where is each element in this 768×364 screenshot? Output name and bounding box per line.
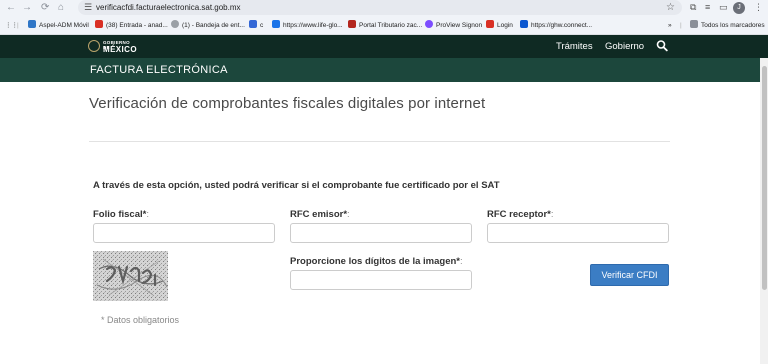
rfc-emisor-label: RFC emisor*: — [290, 209, 350, 220]
forward-icon[interactable]: → — [22, 1, 32, 15]
bookmark-favicon-icon — [425, 20, 433, 28]
required-fields-note: * Datos obligatorios — [101, 315, 180, 325]
folder-icon — [690, 20, 698, 28]
nav-link-tramites[interactable]: Trámites — [556, 41, 593, 53]
bookmark-item[interactable]: https://www.life-glo... — [272, 19, 343, 32]
search-icon[interactable] — [656, 39, 668, 53]
captcha-digits-input[interactable] — [290, 270, 472, 290]
reload-icon[interactable]: ⟳ — [41, 1, 49, 15]
media-icon[interactable]: ≡ — [705, 1, 710, 14]
verify-cfdi-button[interactable]: Verificar CFDI — [590, 264, 669, 286]
menu-kebab-icon[interactable]: ⋮ — [754, 1, 763, 14]
rfc-emisor-input[interactable] — [290, 223, 472, 243]
bookmark-favicon-icon — [520, 20, 528, 28]
bookmark-item[interactable]: Login — [486, 19, 513, 32]
bookmark-favicon-icon — [28, 20, 36, 28]
section-title: FACTURA ELECTRÓNICA — [90, 64, 228, 76]
bookmark-item[interactable]: (38) Entrada - anad... — [95, 19, 168, 32]
intro-text: A través de esta opción, usted podrá ver… — [93, 180, 500, 191]
rfc-receptor-input[interactable] — [487, 223, 669, 243]
page-title: Verificación de comprobantes fiscales di… — [89, 95, 486, 112]
bookmark-item[interactable]: Aspel-ADM Móvil — [28, 19, 89, 32]
bookmark-item[interactable]: ProView Signon — [425, 19, 482, 32]
folio-fiscal-input[interactable] — [93, 223, 275, 243]
bookmark-favicon-icon — [95, 20, 103, 28]
gob-mexico-logo[interactable]: GOBIERNO DE MÉXICO — [88, 39, 137, 55]
all-bookmarks-folder[interactable]: Todos los marcadores — [690, 19, 765, 32]
bookmark-favicon-icon — [249, 20, 257, 28]
bookmark-favicon-icon — [272, 20, 280, 28]
eagle-emblem-icon — [88, 40, 100, 52]
divider — [89, 141, 670, 142]
url-text[interactable]: verificacfdi.facturaelectronica.sat.gob.… — [96, 1, 241, 14]
bookmark-divider: | — [680, 22, 682, 29]
split-view-icon[interactable]: ▭ — [719, 1, 728, 14]
rfc-receptor-label: RFC receptor*: — [487, 209, 554, 220]
bookmark-item[interactable]: c — [249, 19, 263, 32]
section-band: FACTURA ELECTRÓNICA — [0, 58, 768, 82]
home-icon[interactable]: ⌂ — [58, 1, 64, 15]
back-icon[interactable]: ← — [6, 1, 16, 15]
bookmark-favicon-icon — [486, 20, 494, 28]
logo-line2: MÉXICO — [103, 45, 137, 54]
bookmark-divider: | — [17, 22, 19, 29]
folio-label: Folio fiscal*: — [93, 209, 149, 220]
profile-avatar[interactable]: J — [733, 2, 745, 14]
more-bookmarks-icon[interactable]: » — [668, 19, 672, 32]
bookmark-favicon-icon — [171, 20, 179, 28]
bookmarks-bar: ⋮⋮ | Aspel-ADM Móvil (38) Entrada - anad… — [0, 16, 768, 35]
gob-header: GOBIERNO DE MÉXICO Trámites Gobierno — [0, 35, 768, 58]
bookmark-item[interactable]: (1) - Bandeja de ent... — [171, 19, 245, 32]
captcha-label: Proporcione los dígitos de la imagen*: — [290, 256, 463, 267]
bookmark-favicon-icon — [348, 20, 356, 28]
scrollbar-thumb[interactable] — [762, 66, 767, 290]
nav-link-gobierno[interactable]: Gobierno — [605, 41, 644, 53]
site-info-icon[interactable]: ☰ — [84, 1, 92, 14]
bookmark-star-icon[interactable]: ☆ — [666, 0, 675, 15]
extensions-icon[interactable]: ⧉ — [690, 1, 696, 14]
captcha-image — [93, 251, 168, 301]
bookmark-item[interactable]: Portal Tributario zac... — [348, 19, 422, 32]
bookmark-item[interactable]: https://ghw.connect... — [520, 19, 592, 32]
browser-toolbar: ← → ⟳ ⌂ ☰ verificacfdi.facturaelectronic… — [0, 0, 768, 16]
